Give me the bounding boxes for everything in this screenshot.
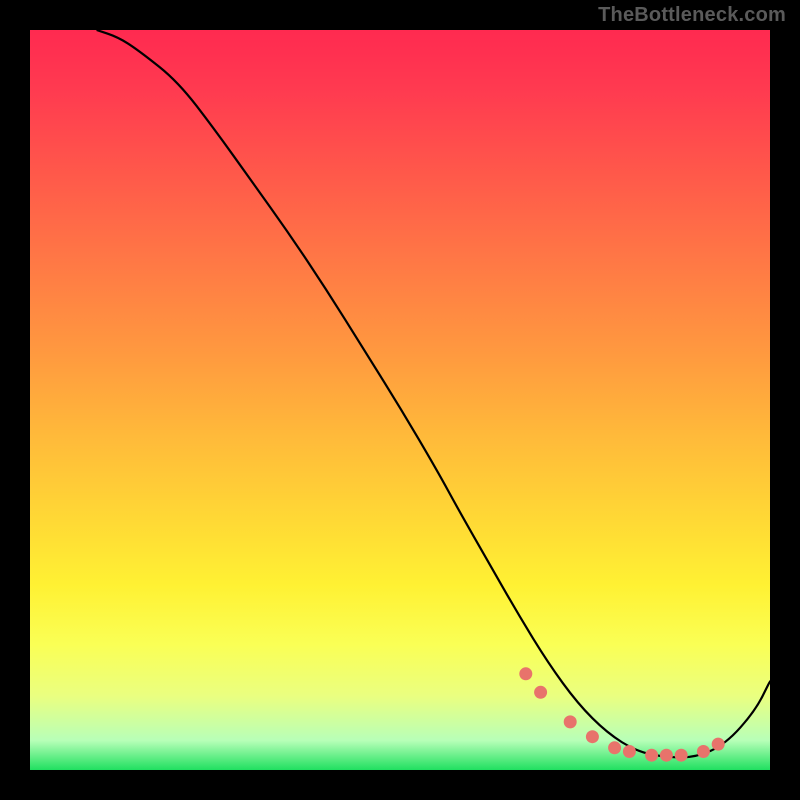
highlight-dot bbox=[697, 745, 710, 758]
highlight-dots bbox=[519, 667, 724, 761]
highlight-dot bbox=[675, 749, 688, 762]
highlight-dot bbox=[586, 730, 599, 743]
highlight-dot bbox=[623, 745, 636, 758]
highlight-dot bbox=[660, 749, 673, 762]
dots-svg bbox=[30, 30, 770, 770]
highlight-dot bbox=[645, 749, 658, 762]
highlight-dot bbox=[564, 715, 577, 728]
highlight-dot bbox=[712, 738, 725, 751]
highlight-dot bbox=[519, 667, 532, 680]
highlight-dot bbox=[608, 741, 621, 754]
watermark-text: TheBottleneck.com bbox=[598, 4, 786, 27]
highlight-dot bbox=[534, 686, 547, 699]
plot-area bbox=[30, 30, 770, 770]
